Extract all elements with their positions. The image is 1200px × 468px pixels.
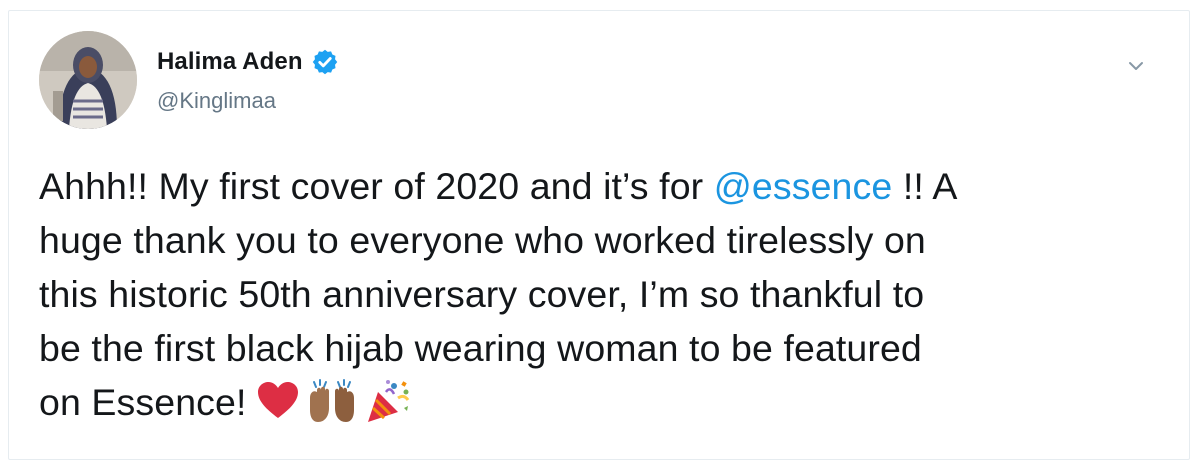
verified-badge-icon	[312, 49, 337, 75]
tweet-line: Ahhh!! My first cover of 2020 and it’s f…	[39, 159, 1159, 213]
mention-link[interactable]: @essence	[714, 165, 893, 207]
tweet-line: on Essence!	[39, 375, 1159, 429]
tweet-text: Ahhh!! My first cover of 2020 and it’s f…	[39, 159, 1159, 429]
raising-hands-icon	[310, 379, 355, 423]
tweet-text-segment: Ahhh!! My first cover of 2020 and it’s f…	[39, 165, 714, 207]
tweet-text-segment: !! A	[892, 165, 958, 207]
author-handle[interactable]: @Kinglimaa	[157, 88, 276, 114]
tweet-text-segment: on Essence!	[39, 381, 247, 423]
party-popper-icon	[368, 380, 410, 423]
tweet-line: huge thank you to everyone who worked ti…	[39, 219, 926, 261]
emoji-group	[256, 378, 418, 424]
tweet-card: Halima Aden @Kinglimaa Ahhh!! My first c…	[8, 10, 1190, 460]
avatar[interactable]	[39, 31, 137, 129]
display-name[interactable]: Halima Aden	[157, 48, 303, 76]
tweet-line: this historic 50th anniversary cover, I’…	[39, 273, 925, 315]
red-heart-icon	[258, 382, 299, 419]
avatar-image	[39, 31, 137, 129]
author-name-row[interactable]: Halima Aden	[157, 45, 339, 79]
chevron-down-icon[interactable]	[1125, 55, 1147, 77]
tweet-line: be the first black hijab wearing woman t…	[39, 327, 922, 369]
